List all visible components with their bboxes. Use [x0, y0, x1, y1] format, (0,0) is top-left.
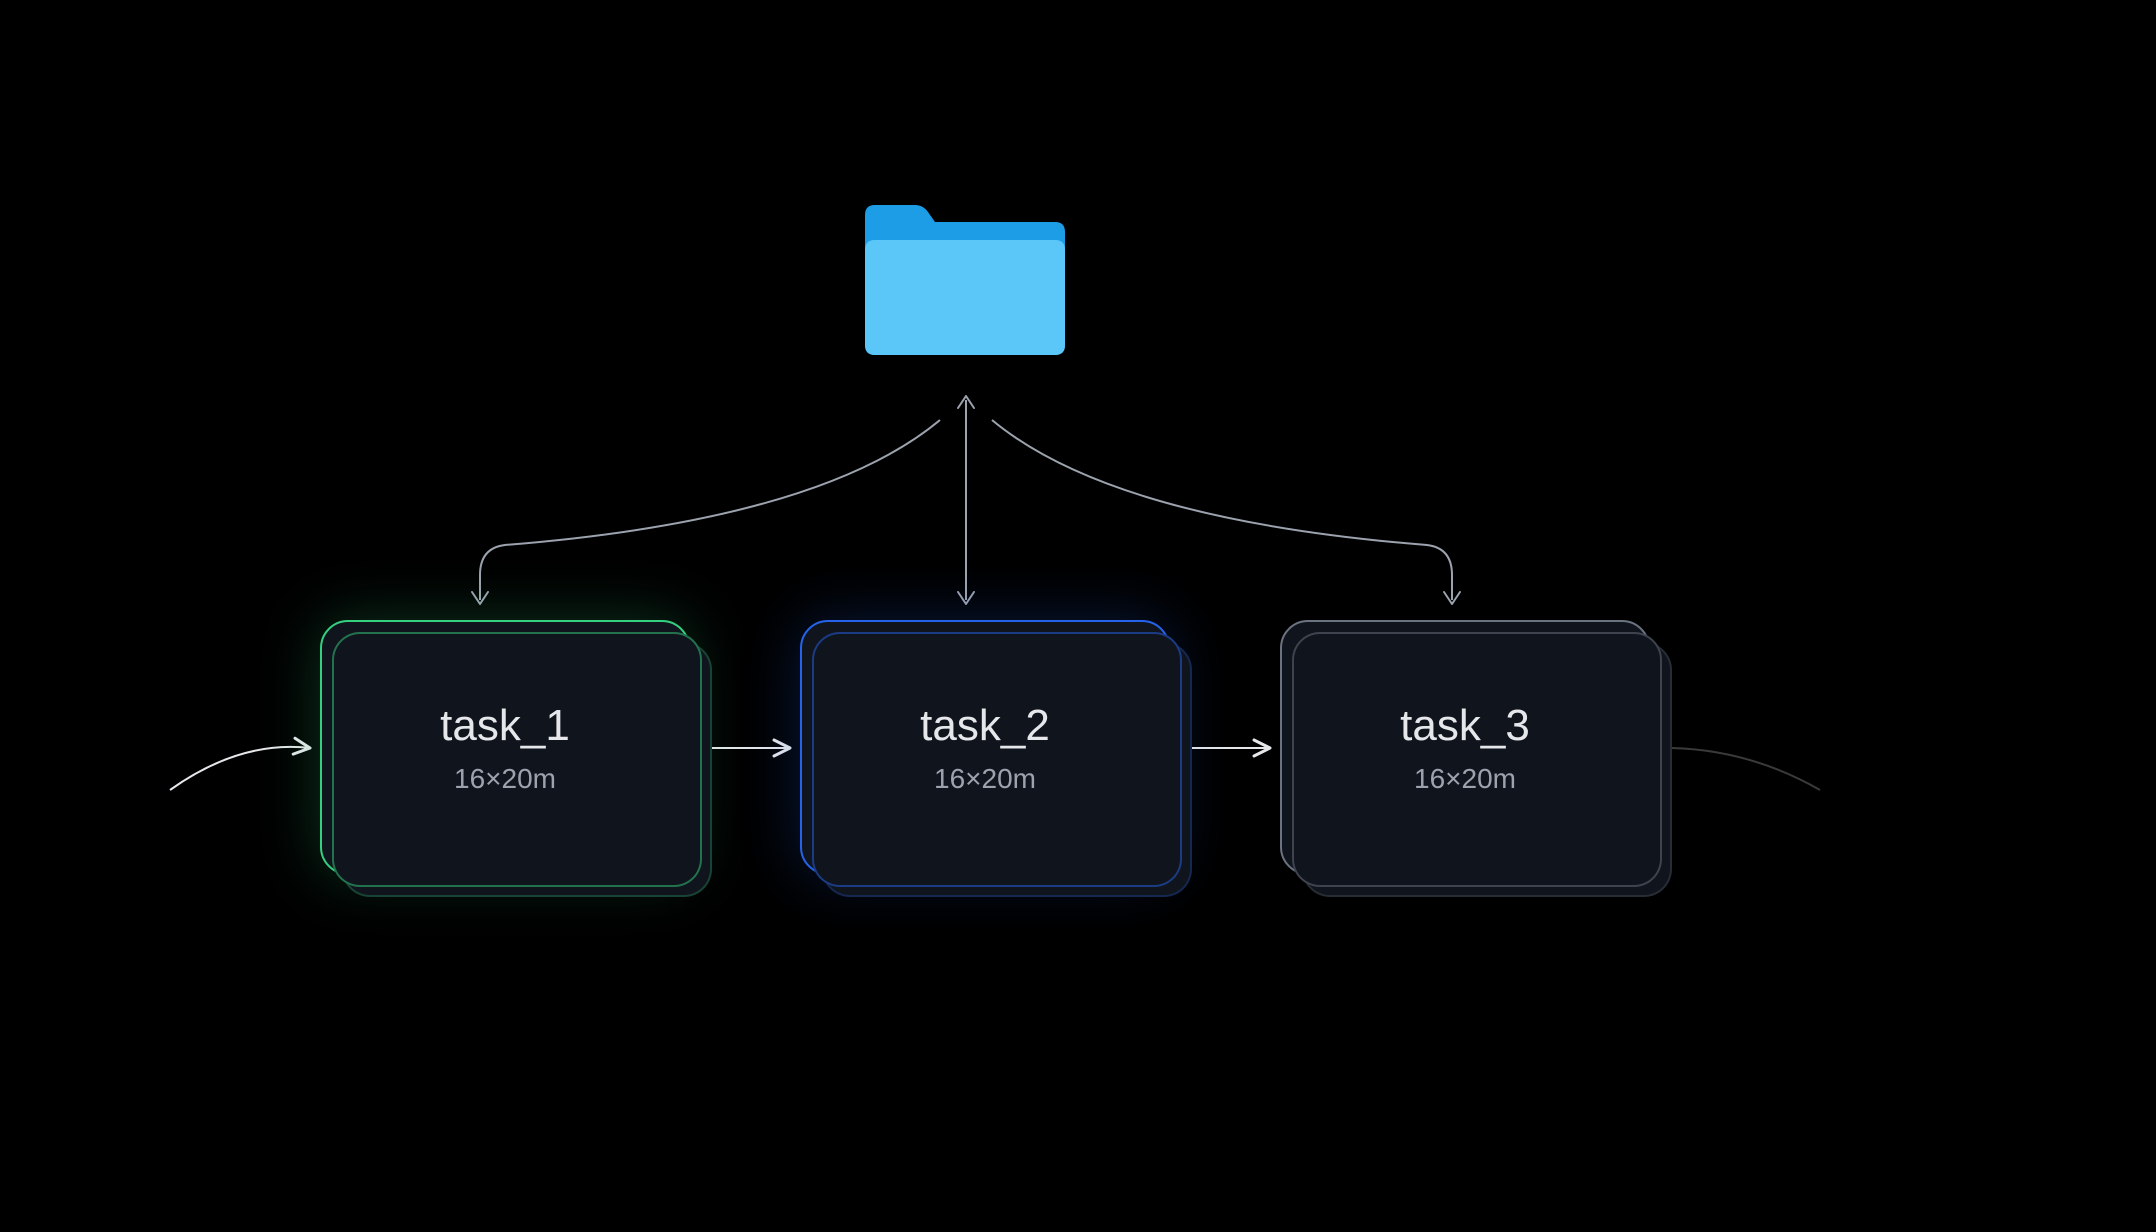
task-card-2: task_2 16×20m [800, 620, 1170, 875]
folder-icon [860, 190, 1070, 360]
diagram-canvas: task_1 16×20m task_2 16×20m task_3 16×20… [0, 0, 2156, 1232]
task-card-3: task_3 16×20m [1280, 620, 1650, 875]
task-title: task_2 [920, 701, 1050, 751]
task-subtitle: 16×20m [454, 763, 556, 795]
task-title: task_1 [440, 701, 570, 751]
task-title: task_3 [1400, 701, 1530, 751]
task-subtitle: 16×20m [1414, 763, 1516, 795]
connector-arrows [0, 0, 2156, 1232]
task-card-1: task_1 16×20m [320, 620, 690, 875]
task-subtitle: 16×20m [934, 763, 1036, 795]
